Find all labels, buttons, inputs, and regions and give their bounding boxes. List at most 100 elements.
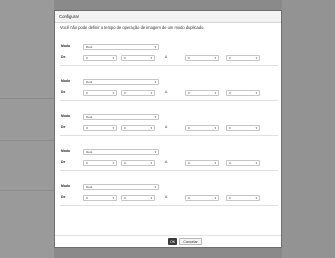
chevron-down-icon: ▾ (214, 55, 216, 60)
mode-label: Modo (61, 114, 71, 118)
chevron-down-icon: ▾ (112, 195, 114, 200)
from-minute-select[interactable]: 0 ▾ (121, 54, 155, 61)
mode-select[interactable]: Desl. ▾ (83, 148, 159, 155)
to-separator: A (165, 55, 168, 59)
mode-select-value: Desl. (86, 149, 94, 154)
chevron-down-icon: ▾ (112, 90, 114, 95)
to-minute-select-value: 0 (229, 195, 231, 200)
time-row: De 0 ▾ 0 ▾ A 0 ▾ 0 ▾ (61, 123, 277, 132)
to-hour-select-value: 0 (188, 160, 190, 165)
to-hour-select-value: 0 (188, 125, 190, 130)
mode-select[interactable]: Desl. ▾ (83, 78, 159, 85)
from-hour-select[interactable]: 0 ▾ (83, 194, 117, 201)
from-label: De (61, 125, 66, 129)
from-hour-select[interactable]: 0 ▾ (83, 159, 117, 166)
to-separator: A (165, 125, 168, 129)
to-hour-select-value: 0 (188, 90, 190, 95)
chevron-down-icon: ▾ (150, 195, 152, 200)
from-hour-select[interactable]: 0 ▾ (83, 89, 117, 96)
from-hour-select[interactable]: 0 ▾ (83, 124, 117, 131)
to-minute-select[interactable]: 0 ▾ (226, 124, 260, 131)
to-minute-select[interactable]: 0 ▾ (226, 89, 260, 96)
to-minute-select-value: 0 (229, 160, 231, 165)
background-divider (0, 190, 54, 191)
mode-row: Modo Desl. ▾ (61, 42, 277, 51)
mode-select[interactable]: Desl. ▾ (83, 43, 159, 50)
time-row: De 0 ▾ 0 ▾ A 0 ▾ 0 ▾ (61, 53, 277, 62)
from-minute-select-value: 0 (124, 125, 126, 130)
from-minute-select[interactable]: 0 ▾ (121, 124, 155, 131)
chevron-down-icon: ▾ (214, 160, 216, 165)
chevron-down-icon: ▾ (214, 90, 216, 95)
from-minute-select[interactable]: 0 ▾ (121, 194, 155, 201)
chevron-down-icon: ▾ (154, 184, 156, 189)
to-hour-select-value: 0 (188, 55, 190, 60)
mode-select-value: Desl. (86, 44, 94, 49)
from-hour-select-value: 0 (86, 125, 88, 130)
mode-select-value: Desl. (86, 184, 94, 189)
mode-label: Modo (61, 184, 71, 188)
cancel-button[interactable]: Cancelar (179, 238, 202, 245)
chevron-down-icon: ▾ (154, 114, 156, 119)
from-hour-select[interactable]: 0 ▾ (83, 54, 117, 61)
chevron-down-icon: ▾ (255, 160, 257, 165)
to-minute-select-value: 0 (229, 125, 231, 130)
to-minute-select[interactable]: 0 ▾ (226, 159, 260, 166)
from-minute-select[interactable]: 0 ▾ (121, 159, 155, 166)
from-hour-select-value: 0 (86, 195, 88, 200)
to-hour-select[interactable]: 0 ▾ (185, 89, 219, 96)
time-row: De 0 ▾ 0 ▾ A 0 ▾ 0 ▾ (61, 193, 277, 202)
chevron-down-icon: ▾ (150, 90, 152, 95)
block-divider (60, 170, 278, 171)
ok-button[interactable]: OK (168, 238, 177, 245)
to-hour-select[interactable]: 0 ▾ (185, 54, 219, 61)
from-hour-select-value: 0 (86, 55, 88, 60)
chevron-down-icon: ▾ (214, 195, 216, 200)
block-divider (60, 135, 278, 136)
block-divider (60, 205, 278, 206)
mode-label: Modo (61, 79, 71, 83)
from-minute-select[interactable]: 0 ▾ (121, 89, 155, 96)
background-divider (0, 140, 54, 141)
chevron-down-icon: ▾ (154, 149, 156, 154)
from-minute-select-value: 0 (124, 55, 126, 60)
to-minute-select-value: 0 (229, 90, 231, 95)
chevron-down-icon: ▾ (112, 55, 114, 60)
from-minute-select-value: 0 (124, 195, 126, 200)
to-hour-select[interactable]: 0 ▾ (185, 194, 219, 201)
chevron-down-icon: ▾ (154, 44, 156, 49)
from-label: De (61, 195, 66, 199)
from-hour-select-value: 0 (86, 90, 88, 95)
mode-select[interactable]: Desl. ▾ (83, 113, 159, 120)
from-minute-select-value: 0 (124, 90, 126, 95)
background-sidebar (0, 0, 54, 258)
from-hour-select-value: 0 (86, 160, 88, 165)
to-minute-select[interactable]: 0 ▾ (226, 194, 260, 201)
chevron-down-icon: ▾ (112, 125, 114, 130)
to-separator: A (165, 195, 168, 199)
footer-divider (55, 235, 281, 236)
chevron-down-icon: ▾ (255, 195, 257, 200)
time-row: De 0 ▾ 0 ▾ A 0 ▾ 0 ▾ (61, 158, 277, 167)
configure-dialog: Configurar Você não pode definir o tempo… (54, 10, 282, 248)
to-separator: A (165, 90, 168, 94)
to-hour-select[interactable]: 0 ▾ (185, 159, 219, 166)
block-divider (60, 65, 278, 66)
warning-message: Você não pode definir o tempo de operaçã… (60, 25, 205, 30)
dialog-title: Configurar (55, 11, 281, 23)
mode-select[interactable]: Desl. ▾ (83, 183, 159, 190)
mode-row: Modo Desl. ▾ (61, 182, 277, 191)
to-hour-select[interactable]: 0 ▾ (185, 124, 219, 131)
mode-row: Modo Desl. ▾ (61, 77, 277, 86)
mode-row: Modo Desl. ▾ (61, 112, 277, 121)
mode-select-value: Desl. (86, 114, 94, 119)
to-separator: A (165, 160, 168, 164)
chevron-down-icon: ▾ (255, 90, 257, 95)
from-label: De (61, 90, 66, 94)
from-minute-select-value: 0 (124, 160, 126, 165)
mode-label: Modo (61, 149, 71, 153)
chevron-down-icon: ▾ (150, 55, 152, 60)
chevron-down-icon: ▾ (150, 160, 152, 165)
to-minute-select[interactable]: 0 ▾ (226, 54, 260, 61)
mode-label: Modo (61, 44, 71, 48)
